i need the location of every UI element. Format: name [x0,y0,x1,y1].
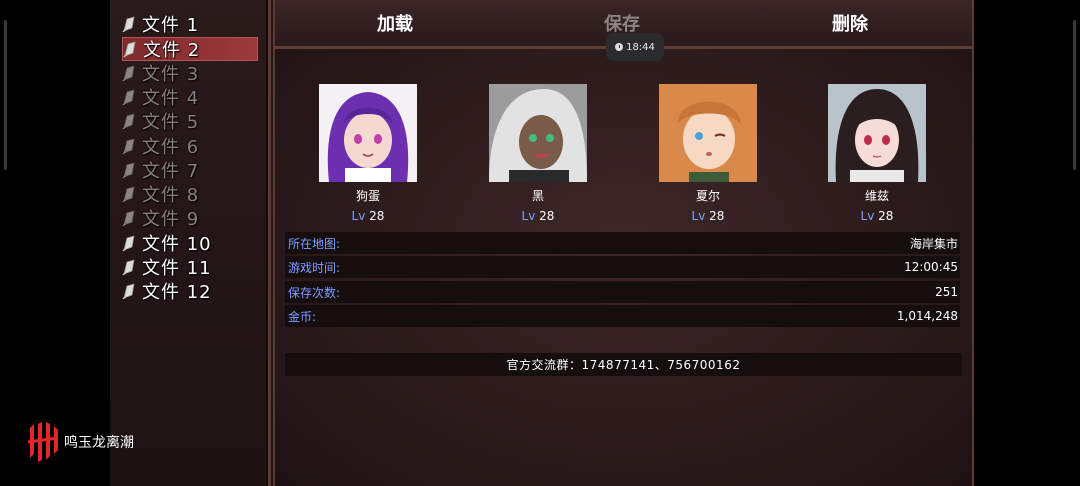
brand-watermark: 鸣玉龙离潮 [26,420,134,464]
brand-logo-icon [27,422,59,462]
file-slot-4[interactable]: 文件 4 [122,86,256,109]
info-row-map: 所在地图: 海岸集市 [285,232,960,254]
quill-icon [122,283,136,299]
party-member-name: 黑 [531,189,544,203]
file-slot-6[interactable]: 文件 6 [122,135,256,158]
quill-icon [122,89,136,105]
file-slot-12[interactable]: 文件 12 [122,280,256,303]
load-button[interactable]: 加载 [335,10,455,36]
quill-icon [122,138,136,154]
file-slot-2[interactable]: 文件 2 [122,37,258,61]
quill-icon [122,259,136,275]
file-slot-1[interactable]: 文件 1 [122,13,256,36]
community-notice: 官方交流群：174877141、756700162 [285,353,962,376]
quill-icon [122,186,136,202]
file-slot-10[interactable]: 文件 10 [122,232,256,255]
file-slot-5[interactable]: 文件 5 [122,110,256,133]
party-member-level: Lv 28 [691,209,725,223]
clock-badge: 18:44 [606,33,664,61]
file-slot-3[interactable]: 文件 3 [122,62,256,85]
portrait-hei [489,84,587,182]
party-member-name: 狗蛋 [355,189,380,203]
party-member-level: Lv 28 [351,209,385,223]
left-scroll-indicator [4,20,7,170]
clock-time: 18:44 [626,41,655,53]
quill-icon [122,16,136,32]
quill-icon [122,65,136,81]
party-member-level: Lv 28 [860,209,894,223]
file-slot-8[interactable]: 文件 8 [122,183,256,206]
delete-button[interactable]: 删除 [790,10,910,36]
info-row-playtime: 游戏时间: 12:00:45 [285,256,960,278]
party-member-name: 夏尔 [695,189,720,203]
portrait-weizi [828,84,926,182]
file-slot-9[interactable]: 文件 9 [122,207,256,230]
quill-icon [122,235,136,251]
clock-icon [615,43,624,51]
portrait-xiaer [659,84,757,182]
party-member-level: Lv 28 [521,209,555,223]
file-slot-7[interactable]: 文件 7 [122,159,256,182]
quill-icon [123,41,137,57]
save-detail-panel: 加载 保存 删除 18:44 狗蛋 Lv 28 黑 Lv 28 夏尔 Lv 28… [273,0,974,486]
quill-icon [122,162,136,178]
file-slot-11[interactable]: 文件 11 [122,256,256,279]
right-scroll-indicator [1073,20,1076,170]
info-row-save-count: 保存次数: 251 [285,281,960,303]
quill-icon [122,113,136,129]
party-member-name: 维兹 [864,189,889,203]
brand-text: 鸣玉龙离潮 [64,435,134,451]
save-file-list: 文件 1 文件 2 文件 3 文件 4 文件 5 文件 6 文件 7 文件 8 [110,0,271,486]
portrait-goudan [319,84,417,182]
quill-icon [122,210,136,226]
game-screen: 文件 1 文件 2 文件 3 文件 4 文件 5 文件 6 文件 7 文件 8 [110,0,974,486]
info-row-gold: 金币: 1,014,248 [285,305,960,327]
